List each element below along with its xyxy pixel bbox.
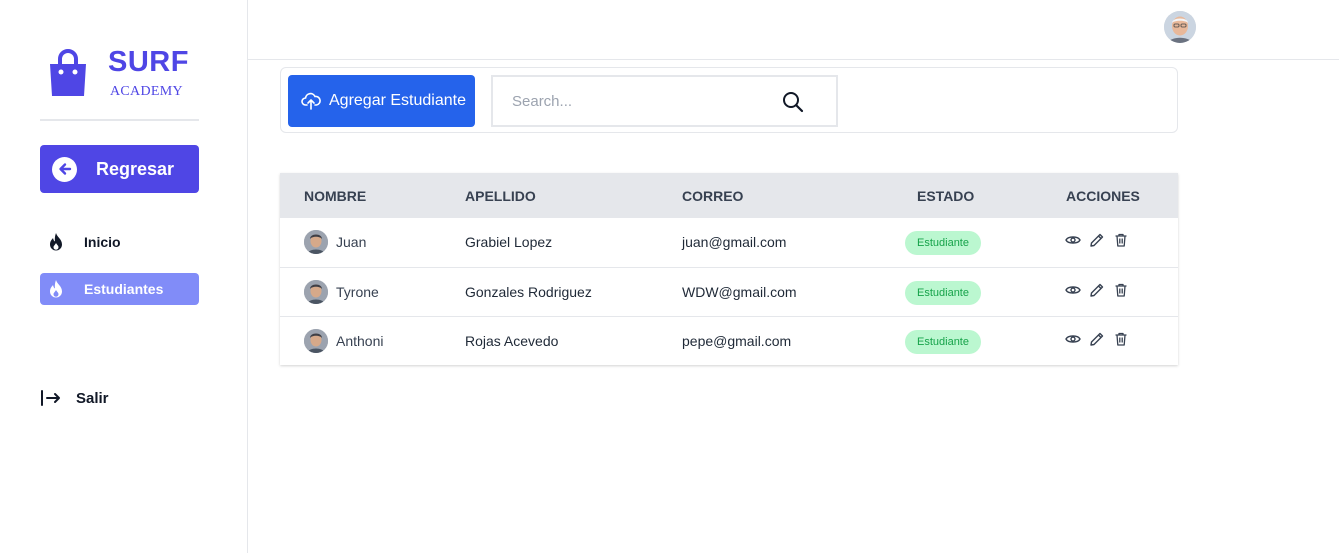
student-first-name: Tyrone: [336, 284, 379, 300]
student-first-name: Juan: [336, 234, 367, 250]
row-actions: [1065, 232, 1129, 248]
column-header-estado[interactable]: ESTADO: [917, 188, 974, 204]
eye-icon[interactable]: [1065, 331, 1081, 347]
student-email: juan@gmail.com: [682, 234, 787, 250]
table-row[interactable]: Juan Grabiel Lopez juan@gmail.com Estudi…: [280, 218, 1178, 267]
student-email: WDW@gmail.com: [682, 284, 797, 300]
back-button-label: Regresar: [96, 158, 175, 179]
student-avatar: [304, 329, 328, 353]
fire-icon: [40, 232, 72, 252]
trash-icon[interactable]: [1113, 282, 1129, 298]
search-box: [491, 75, 838, 127]
table-body: Juan Grabiel Lopez juan@gmail.com Estudi…: [280, 218, 1178, 365]
top-bar: [248, 0, 1339, 60]
sidebar-item-label: Inicio: [84, 234, 121, 250]
student-avatar: [304, 280, 328, 304]
brand-title: SURF: [108, 46, 189, 78]
cloud-upload-icon: [301, 91, 321, 111]
search-icon[interactable]: [781, 90, 805, 114]
sidebar-item-inicio[interactable]: Inicio: [40, 226, 199, 258]
eye-icon[interactable]: [1065, 282, 1081, 298]
column-header-apellido[interactable]: APELLIDO: [465, 188, 536, 204]
toolbar: Agregar Estudiante: [280, 67, 1178, 133]
back-button[interactable]: Regresar: [40, 145, 199, 193]
sidebar-item-estudiantes[interactable]: Estudiantes: [40, 273, 199, 305]
student-email: pepe@gmail.com: [682, 333, 792, 349]
column-header-correo[interactable]: CORREO: [682, 188, 743, 204]
student-last-name: Rojas Acevedo: [465, 333, 559, 349]
column-header-nombre[interactable]: NOMBRE: [304, 188, 366, 204]
search-input[interactable]: [493, 77, 773, 125]
trash-icon[interactable]: [1113, 331, 1129, 347]
column-header-acciones: ACCIONES: [1066, 188, 1140, 204]
pencil-icon[interactable]: [1089, 232, 1105, 248]
logout-label: Salir: [76, 389, 109, 407]
student-last-name: Grabiel Lopez: [465, 234, 553, 250]
sidebar-divider: [40, 119, 199, 121]
shopping-bag-icon: [50, 49, 86, 96]
sidebar: SURF ACADEMY Regresar Inicio Estudiantes: [0, 0, 248, 553]
add-student-label: Agregar Estudiante: [329, 92, 466, 109]
table-header: NOMBRE APELLIDO CORREO ESTADO ACCIONES: [280, 173, 1178, 218]
student-avatar: [304, 230, 328, 254]
add-student-button[interactable]: Agregar Estudiante: [288, 75, 475, 127]
pencil-icon[interactable]: [1089, 331, 1105, 347]
brand-logo[interactable]: SURF ACADEMY: [46, 46, 206, 108]
brand-subtitle: ACADEMY: [110, 84, 183, 99]
trash-icon[interactable]: [1113, 232, 1129, 248]
logout-button[interactable]: Salir: [40, 386, 109, 410]
student-last-name: Gonzales Rodriguez: [465, 284, 592, 300]
student-first-name: Anthoni: [336, 333, 384, 349]
table-row[interactable]: Tyrone Gonzales Rodriguez WDW@gmail.com …: [280, 267, 1178, 316]
status-badge: Estudiante: [905, 330, 981, 354]
table-row[interactable]: Anthoni Rojas Acevedo pepe@gmail.com Est…: [280, 316, 1178, 365]
eye-icon[interactable]: [1065, 232, 1081, 248]
students-table: NOMBRE APELLIDO CORREO ESTADO ACCIONES J…: [280, 173, 1178, 365]
pencil-icon[interactable]: [1089, 282, 1105, 298]
status-badge: Estudiante: [905, 231, 981, 255]
arrow-left-icon: [52, 156, 77, 182]
fire-icon: [40, 279, 72, 299]
row-actions: [1065, 331, 1129, 347]
sidebar-item-label: Estudiantes: [84, 281, 164, 297]
status-badge: Estudiante: [905, 281, 981, 305]
user-avatar[interactable]: [1164, 11, 1196, 43]
row-actions: [1065, 282, 1129, 298]
logout-icon: [40, 389, 62, 407]
